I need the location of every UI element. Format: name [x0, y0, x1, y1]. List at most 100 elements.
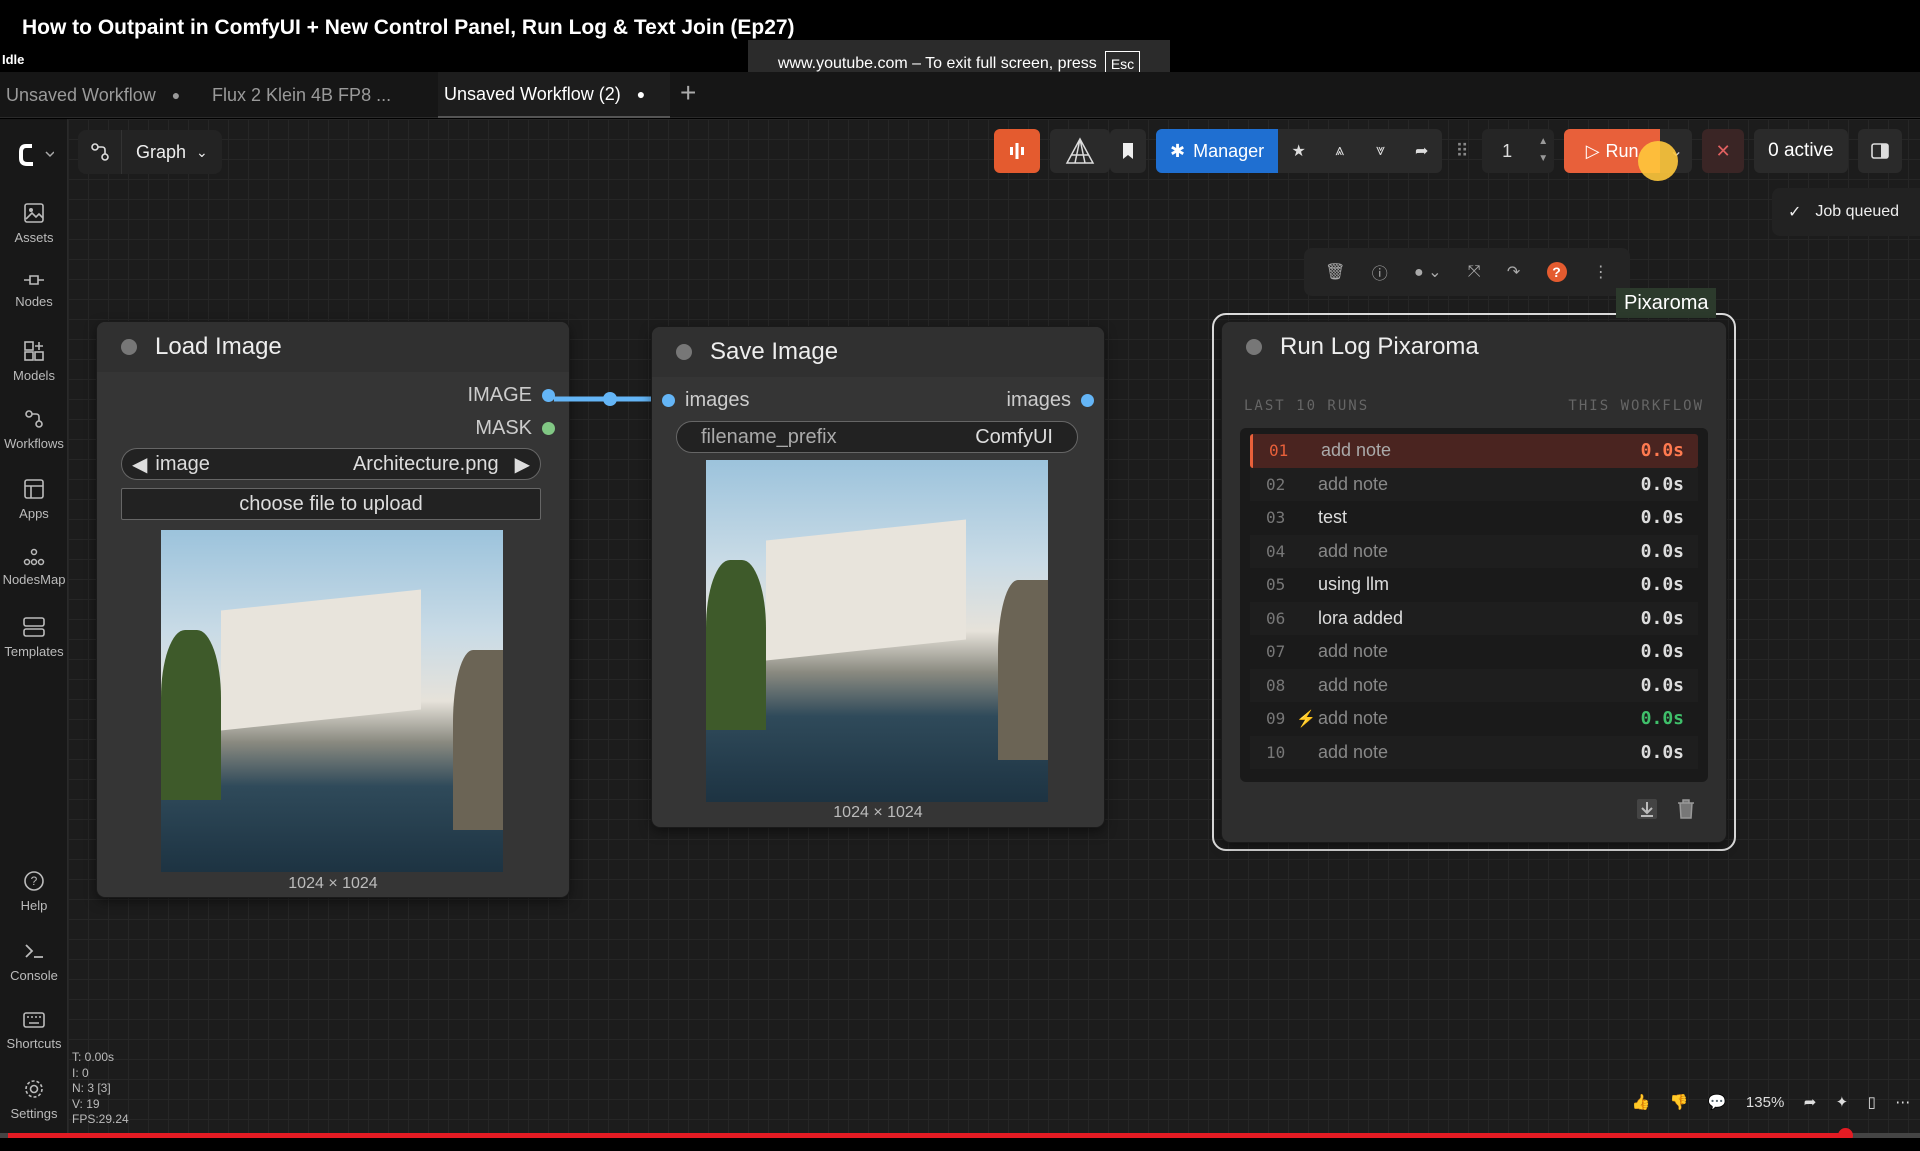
image-combo-widget[interactable]: ◀ image Architecture.png ▶	[121, 448, 541, 480]
run-note[interactable]: add note	[1318, 675, 1641, 696]
tab-flux-klein[interactable]: Flux 2 Klein 4B FP8 ...	[206, 72, 432, 118]
zoom-level[interactable]: 135%	[1746, 1094, 1784, 1111]
clear-log-button[interactable]	[1676, 798, 1696, 825]
run-time: 0.0s	[1640, 574, 1684, 596]
stepper-arrows-icon[interactable]: ▲ ▼	[1538, 133, 1548, 167]
list-item[interactable]: 03 test 0.0s	[1250, 501, 1698, 535]
book-icon[interactable]: ▯	[1868, 1093, 1876, 1111]
info-icon[interactable]: ⓘ	[1372, 260, 1388, 284]
arrow-left-icon[interactable]: ◀	[122, 452, 155, 477]
active-jobs-button[interactable]: 0 active	[1754, 129, 1848, 173]
graph-mode-dropdown[interactable]: Graph ⌄	[78, 130, 222, 174]
bypass-icon[interactable]: ↷	[1507, 262, 1520, 282]
slot-label: MASK	[475, 417, 532, 439]
node-header[interactable]: Run Log Pixaroma	[1222, 322, 1726, 372]
sidebar-item-apps[interactable]: Apps	[0, 478, 68, 521]
model-manager-button[interactable]: ⩔	[1360, 129, 1401, 173]
list-item[interactable]: 06 lora added 0.0s	[1250, 601, 1698, 635]
tab-label: Unsaved Workflow	[6, 84, 156, 105]
run-note[interactable]: add note	[1318, 474, 1641, 495]
pixaroma-panel-button[interactable]	[994, 129, 1040, 173]
list-item[interactable]: 08 add note 0.0s	[1250, 668, 1698, 702]
sidebar-item-label: Console	[10, 968, 58, 983]
play-icon: ▷	[1585, 140, 1600, 161]
list-item[interactable]: 05 using llm 0.0s	[1250, 568, 1698, 602]
run-note[interactable]: add note	[1318, 708, 1641, 729]
manager-button[interactable]: ✱ Manager	[1156, 129, 1279, 173]
gear-icon	[25, 1080, 43, 1098]
run-note[interactable]: add note	[1318, 541, 1641, 562]
node-header[interactable]: Load Image	[97, 322, 569, 372]
sidebar-item-templates[interactable]: Templates	[0, 616, 68, 659]
batch-count-stepper[interactable]: 1 ▲ ▼	[1482, 129, 1555, 173]
star-button[interactable]: ★	[1278, 129, 1319, 173]
run-label: Run	[1605, 140, 1639, 161]
arrow-right-icon[interactable]: ▶	[499, 452, 540, 477]
output-slot-mask[interactable]: MASK	[475, 417, 555, 440]
save-image-node[interactable]: Save Image images images filename_prefix…	[652, 327, 1104, 827]
sparkle-icon[interactable]: ✦	[1836, 1093, 1849, 1111]
tab-unsaved-workflow[interactable]: Unsaved Workflow ●	[0, 72, 196, 118]
thumbs-up-icon[interactable]: 👍	[1632, 1093, 1651, 1111]
console-icon	[25, 944, 43, 958]
sidebar-item-workflows[interactable]: Workflows	[0, 408, 68, 451]
share-button[interactable]: ➦	[1401, 129, 1442, 173]
run-note[interactable]: add note	[1318, 742, 1641, 763]
run-note[interactable]: add note	[1321, 440, 1641, 461]
slot-dot[interactable]	[1081, 394, 1094, 407]
list-item[interactable]: 02 add note 0.0s	[1250, 467, 1698, 501]
manager-group: ✱ Manager ★ ⩓ ⩔ ➦	[1156, 129, 1443, 173]
help-icon[interactable]: ?	[1546, 262, 1567, 282]
run-time: 0.0s	[1640, 507, 1684, 529]
input-slot-images[interactable]: images	[662, 389, 749, 412]
download-log-button[interactable]	[1636, 798, 1658, 825]
list-item[interactable]: 01 add note 0.0s	[1250, 434, 1698, 468]
bars-icon	[1010, 143, 1024, 159]
upload-button[interactable]: choose file to upload	[121, 488, 541, 520]
list-item[interactable]: 09 ⚡ add note 0.0s	[1250, 702, 1698, 736]
collapse-icon[interactable]: ⤧	[1468, 263, 1481, 281]
sidebar-item-nodesmap[interactable]: NodesMap	[0, 548, 68, 587]
node-header[interactable]: Save Image	[652, 327, 1104, 377]
output-slot-image[interactable]: IMAGE	[468, 384, 555, 407]
workflow-tab-bar: Unsaved Workflow ● Flux 2 Klein 4B FP8 .…	[0, 72, 1920, 118]
bookmark-button[interactable]	[1110, 129, 1146, 173]
sidebar-item-console[interactable]: Console	[0, 940, 68, 983]
color-picker-icon[interactable]: ● ⌄	[1414, 262, 1442, 282]
thumbs-down-icon[interactable]: 👎	[1670, 1093, 1689, 1111]
trash-icon[interactable]: 🗑	[1325, 262, 1345, 282]
comment-icon[interactable]: 💬	[1708, 1093, 1727, 1111]
cancel-run-button[interactable]: ✕	[1702, 129, 1745, 173]
sidebar-item-nodes[interactable]: Nodes	[0, 272, 68, 309]
filename-prefix-widget[interactable]: filename_prefix ComfyUI	[676, 421, 1078, 453]
run-note[interactable]: using llm	[1318, 574, 1641, 595]
more-icon[interactable]: ⋮	[1593, 262, 1609, 282]
sidebar-item-help[interactable]: ? Help	[0, 870, 68, 913]
tab-unsaved-workflow-2[interactable]: Unsaved Workflow (2) ●	[438, 72, 670, 118]
bookmark-icon	[1123, 143, 1133, 159]
slot-dot[interactable]	[542, 422, 555, 435]
more-icon[interactable]: ⋯	[1895, 1093, 1910, 1111]
image-size-label: 1024 × 1024	[288, 875, 378, 892]
run-note[interactable]: lora added	[1318, 608, 1641, 629]
slot-dot[interactable]	[662, 394, 675, 407]
run-note[interactable]: add note	[1318, 641, 1641, 662]
model-download-button[interactable]: ⩓	[1319, 129, 1360, 173]
mountain-logo-button[interactable]	[1050, 129, 1110, 173]
share-icon[interactable]: ➦	[1804, 1093, 1817, 1111]
sidebar-item-assets[interactable]: Assets	[0, 202, 68, 245]
drag-handle[interactable]: ⠿	[1452, 129, 1472, 173]
output-slot-images[interactable]: images	[1007, 389, 1094, 412]
list-item[interactable]: 04 add note 0.0s	[1250, 534, 1698, 568]
sidebar-item-models[interactable]: Models	[0, 340, 68, 383]
list-item[interactable]: 10 add note 0.0s	[1250, 735, 1698, 769]
load-image-node[interactable]: Load Image IMAGE MASK ◀ image Architectu…	[97, 322, 569, 897]
toggle-panel-button[interactable]	[1857, 129, 1902, 173]
sidebar-item-shortcuts[interactable]: Shortcuts	[0, 1010, 68, 1051]
add-tab-button[interactable]: +	[680, 78, 696, 108]
list-item[interactable]: 07 add note 0.0s	[1250, 635, 1698, 669]
sidebar-item-settings[interactable]: Settings	[0, 1078, 68, 1121]
sidebar-item-label: NodesMap	[2, 572, 66, 587]
comfy-logo-icon[interactable]	[18, 143, 55, 172]
run-note[interactable]: test	[1318, 507, 1641, 528]
